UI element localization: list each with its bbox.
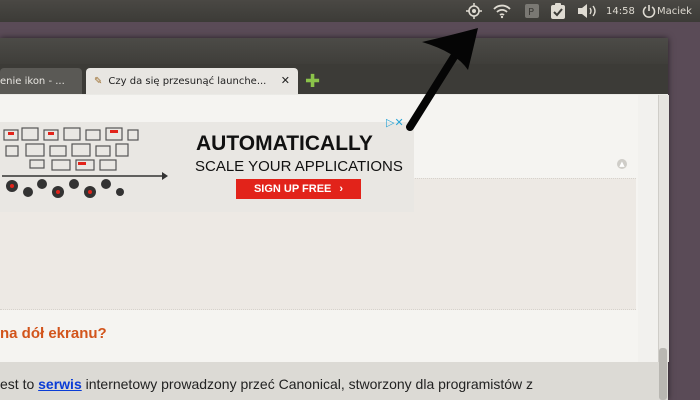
scroll-up-circle-icon[interactable]: ▲ xyxy=(617,159,627,169)
ad-headline: AUTOMATICALLY xyxy=(196,132,373,155)
clock[interactable]: 14:58 xyxy=(606,0,635,22)
power-icon[interactable] xyxy=(642,0,656,22)
scrollbar-thumb[interactable] xyxy=(659,348,667,400)
serwis-link[interactable]: serwis xyxy=(38,376,82,392)
wifi-icon[interactable] xyxy=(493,0,511,22)
new-tab-button[interactable]: ✚ xyxy=(305,71,320,92)
window-titlebar[interactable] xyxy=(0,38,668,64)
chevron-right-icon: › xyxy=(339,183,344,195)
ad-subheadline: SCALE YOUR APPLICATIONS xyxy=(195,158,403,175)
keyboard-indicator-icon[interactable]: P xyxy=(524,0,540,22)
ad-signup-label: SIGN UP FREE xyxy=(253,183,332,195)
tab-label: Czy da się przesunąć launche... xyxy=(108,75,267,87)
ad-signup-button[interactable]: SIGN UP FREE › xyxy=(236,179,361,199)
username[interactable]: Maciek xyxy=(657,0,692,22)
tab-inactive[interactable]: enie ikon - ... xyxy=(0,68,82,94)
article-title: na dół ekranu? xyxy=(0,325,107,342)
devices-illustration-icon xyxy=(2,127,168,198)
tab-active[interactable]: ✎ Czy da się przesunąć launche... ✕ xyxy=(86,68,298,94)
svg-text:P: P xyxy=(528,7,534,18)
article-paragraph: est to serwis internetowy prowadzony prz… xyxy=(0,376,533,392)
tab-label: enie ikon - ... xyxy=(0,75,65,87)
article-text-suffix: internetowy prowadzony przeć Canonical, … xyxy=(81,376,534,392)
advertisement-banner[interactable]: AUTOMATICALLY SCALE YOUR APPLICATIONS SI… xyxy=(0,116,414,212)
article-text-prefix: est to xyxy=(0,376,39,392)
top-panel: P 14:58 Maciek xyxy=(0,0,700,22)
volume-icon[interactable] xyxy=(577,0,597,22)
wrench-favicon-icon: ✎ xyxy=(94,75,103,87)
checkbox-indicator-icon[interactable] xyxy=(550,0,566,22)
vertical-scrollbar[interactable] xyxy=(658,95,669,362)
tab-close-icon[interactable]: ✕ xyxy=(281,74,290,87)
location-icon[interactable] xyxy=(465,0,483,22)
annotation-arrow-icon xyxy=(406,28,478,131)
